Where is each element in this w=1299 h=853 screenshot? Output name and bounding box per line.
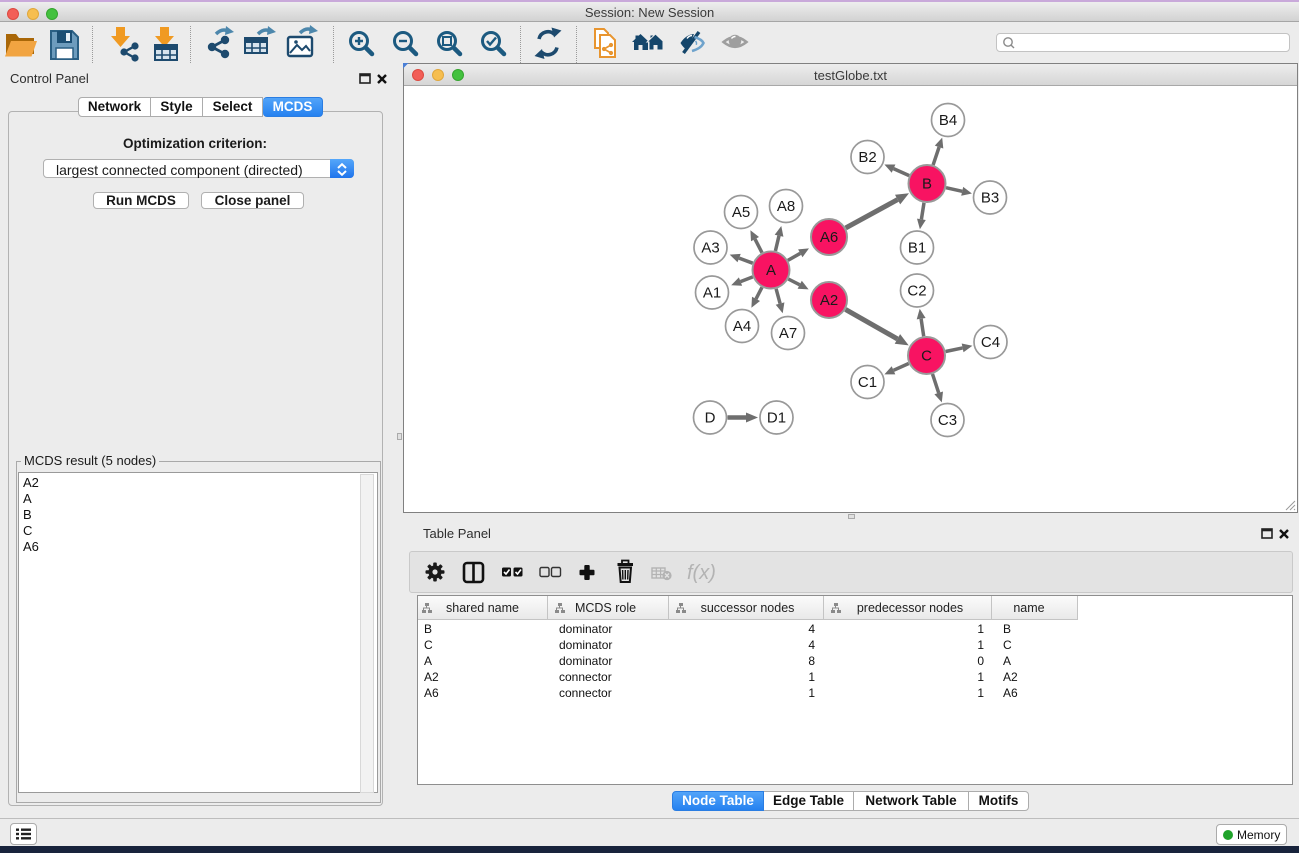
svg-text:A8: A8 <box>777 198 795 215</box>
svg-text:C4: C4 <box>981 334 1000 351</box>
svg-text:C1: C1 <box>858 374 877 391</box>
svg-text:D1: D1 <box>767 410 786 427</box>
svg-text:f(x): f(x) <box>687 562 716 584</box>
svg-text:D: D <box>705 410 716 427</box>
svg-text:B4: B4 <box>939 112 957 129</box>
svg-text:B3: B3 <box>981 190 999 207</box>
svg-text:A7: A7 <box>779 325 797 342</box>
svg-text:A6: A6 <box>820 229 838 246</box>
svg-text:C3: C3 <box>938 412 957 429</box>
svg-text:C: C <box>921 348 932 365</box>
svg-text:B: B <box>922 176 932 193</box>
svg-text:B1: B1 <box>908 240 926 257</box>
svg-text:A5: A5 <box>732 204 750 221</box>
svg-text:A1: A1 <box>703 285 721 302</box>
svg-text:A: A <box>766 262 776 279</box>
svg-text:B2: B2 <box>858 149 876 166</box>
svg-text:A4: A4 <box>733 318 751 335</box>
svg-text:A3: A3 <box>701 240 719 257</box>
svg-text:C2: C2 <box>907 283 926 300</box>
svg-text:A2: A2 <box>820 292 838 309</box>
